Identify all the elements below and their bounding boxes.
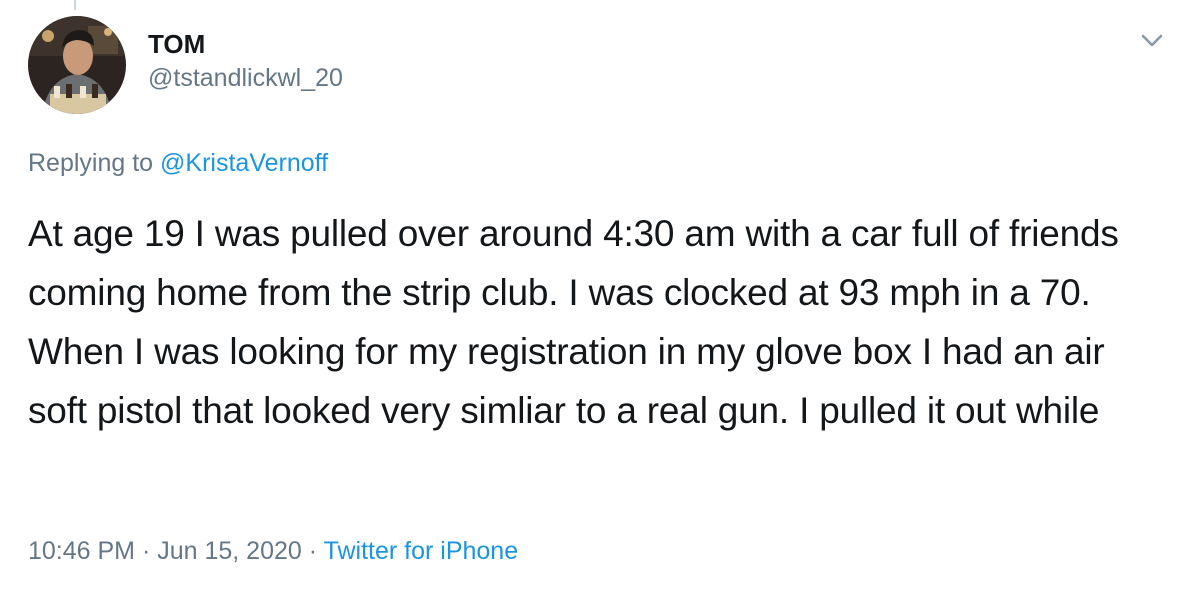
tweet-meta: 10:46 PM · Jun 15, 2020 · Twitter for iP… (28, 534, 518, 568)
replying-to-label: Replying to (28, 149, 161, 177)
tweet-source-link[interactable]: Twitter for iPhone (324, 537, 519, 565)
meta-separator: · (135, 537, 158, 565)
meta-separator: · (301, 537, 324, 565)
tweet-header: TOM @tstandlickwl_20 (28, 16, 1168, 116)
user-handle[interactable]: @tstandlickwl_20 (148, 62, 343, 94)
replying-to: Replying to @KristaVernoff (28, 146, 328, 180)
author-names: TOM @tstandlickwl_20 (148, 28, 343, 94)
chevron-down-icon[interactable] (1136, 28, 1168, 52)
display-name[interactable]: TOM (148, 28, 343, 60)
thread-connector-line (74, 0, 76, 10)
avatar[interactable] (28, 16, 126, 114)
reply-handle-link[interactable]: @KristaVernoff (160, 149, 328, 177)
tweet-date[interactable]: Jun 15, 2020 (157, 537, 302, 565)
tweet-time[interactable]: 10:46 PM (28, 537, 135, 565)
tweet-text: At age 19 I was pulled over around 4:30 … (28, 213, 1119, 431)
